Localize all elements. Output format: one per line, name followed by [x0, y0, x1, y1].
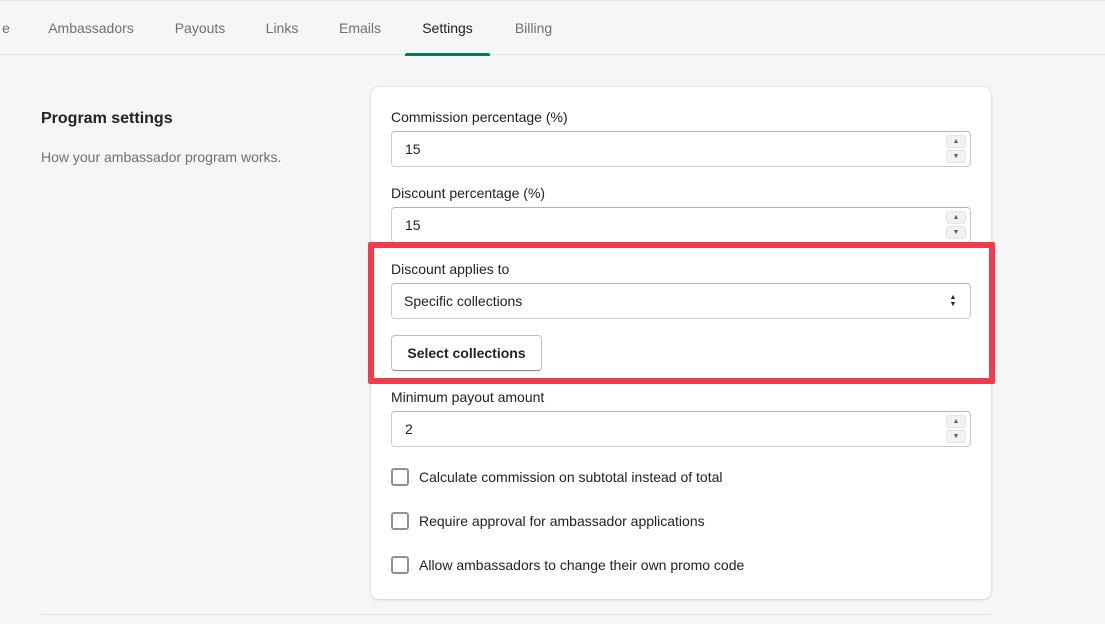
promo-code-checkbox[interactable]	[391, 556, 409, 574]
applies-to-value: Specific collections	[404, 293, 523, 309]
caret-down-icon[interactable]: ▼	[946, 150, 966, 163]
section-title: Program settings	[41, 110, 173, 127]
commission-input[interactable]: 15 ▲ ▼	[391, 131, 971, 167]
tab-emails[interactable]: Emails	[328, 1, 392, 55]
applies-to-label: Discount applies to	[391, 261, 510, 277]
commission-stepper[interactable]: ▲ ▼	[946, 135, 966, 163]
program-settings-card: Commission percentage (%) 15 ▲ ▼ Discoun…	[371, 87, 991, 599]
approval-checkbox[interactable]	[391, 512, 409, 530]
caret-up-icon[interactable]: ▲	[946, 211, 966, 224]
nav-tabs: e Ambassadors Payouts Links Emails Setti…	[0, 0, 1105, 56]
discount-label: Discount percentage (%)	[391, 185, 546, 201]
section-description: How your ambassador program works.	[41, 149, 282, 165]
min-payout-input[interactable]: 2 ▲ ▼	[391, 411, 971, 447]
discount-value: 15	[405, 217, 421, 233]
section-divider	[41, 614, 991, 615]
applies-to-select[interactable]: Specific collections ▲ ▼	[391, 283, 971, 319]
tab-links[interactable]: Links	[256, 1, 308, 55]
discount-input[interactable]: 15 ▲ ▼	[391, 207, 971, 243]
commission-value: 15	[405, 141, 421, 157]
caret-down-icon[interactable]: ▼	[946, 226, 966, 239]
tab-home[interactable]: e	[0, 1, 18, 55]
promo-code-checkbox-label: Allow ambassadors to change their own pr…	[419, 557, 745, 573]
approval-checkbox-label: Require approval for ambassador applicat…	[419, 513, 705, 529]
checkbox-row-promo-code[interactable]: Allow ambassadors to change their own pr…	[391, 555, 744, 575]
subtotal-checkbox-label: Calculate commission on subtotal instead…	[419, 469, 723, 485]
select-chevrons-icon: ▲ ▼	[949, 294, 957, 308]
min-payout-label: Minimum payout amount	[391, 389, 545, 405]
tab-settings[interactable]: Settings	[405, 1, 490, 56]
min-payout-stepper[interactable]: ▲ ▼	[946, 415, 966, 443]
select-collections-button[interactable]: Select collections	[391, 335, 542, 371]
checkbox-row-subtotal[interactable]: Calculate commission on subtotal instead…	[391, 467, 723, 487]
discount-stepper[interactable]: ▲ ▼	[946, 211, 966, 239]
tab-billing[interactable]: Billing	[504, 1, 563, 55]
min-payout-value: 2	[405, 421, 413, 437]
caret-down-icon[interactable]: ▼	[946, 430, 966, 443]
tab-ambassadors[interactable]: Ambassadors	[38, 1, 144, 55]
commission-label: Commission percentage (%)	[391, 109, 568, 125]
caret-up-icon[interactable]: ▲	[946, 135, 966, 148]
subtotal-checkbox[interactable]	[391, 468, 409, 486]
tab-payouts[interactable]: Payouts	[164, 1, 236, 55]
checkbox-row-approval[interactable]: Require approval for ambassador applicat…	[391, 511, 705, 531]
caret-up-icon[interactable]: ▲	[946, 415, 966, 428]
